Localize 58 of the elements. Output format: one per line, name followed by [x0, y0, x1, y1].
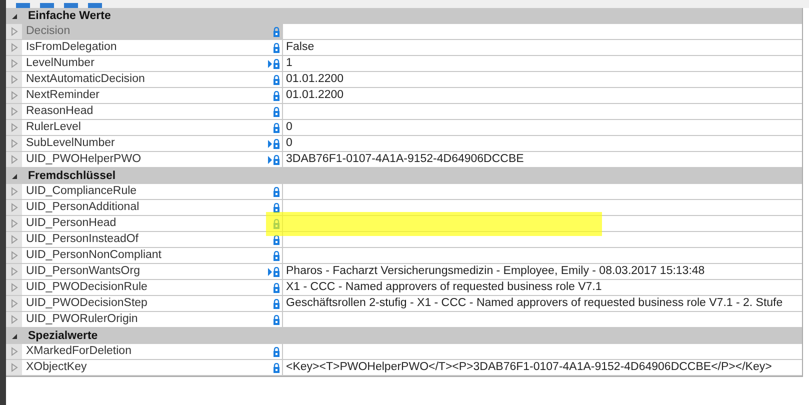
section-header[interactable]: Spezialwerte — [6, 328, 802, 344]
lock-icon — [273, 298, 280, 308]
property-value[interactable]: <Key><T>PWOHelperPWO</T><P>3DAB76F1-0107-4A1A-9152-4D64906DCCBE</P></Key> — [286, 361, 772, 373]
lock-icon — [273, 202, 280, 212]
lock-icon — [273, 138, 280, 148]
property-value[interactable]: 1 — [286, 57, 292, 69]
property-value[interactable]: Pharos - Facharzt Versicherungsmedizin - Employee, Emily - 08.03.2017 15:13:48 — [286, 265, 705, 277]
lock-icon — [273, 122, 280, 132]
section-title: Einfache Werte — [27, 9, 111, 24]
property-row[interactable]: UID_PersonAdditional — [6, 200, 802, 216]
property-value[interactable]: 3DAB76F1-0107-4A1A-9152-4D64906DCCBE — [286, 153, 524, 165]
lock-icon — [273, 26, 280, 36]
lock-icon — [273, 90, 280, 100]
expander-icon[interactable] — [10, 172, 18, 180]
property-row[interactable]: NextReminder 01.01.2200 — [6, 88, 802, 104]
property-row[interactable]: XMarkedForDeletion — [6, 344, 802, 360]
property-row[interactable]: SubLevelNumber 0 — [6, 136, 802, 152]
property-row[interactable]: UID_PWODecisionRule X1 - CCC - Named approvers of requested business role V7.1 — [6, 280, 802, 296]
section-header[interactable]: Einfache Werte — [6, 8, 802, 24]
property-row[interactable]: UID_PersonHead — [6, 216, 802, 232]
property-value[interactable]: 01.01.2200 — [286, 89, 344, 101]
lock-icon — [273, 186, 280, 196]
lock-icon — [273, 250, 280, 260]
lock-icon — [273, 282, 280, 292]
section-title: Fremdschlüssel — [27, 169, 116, 184]
property-row[interactable]: UID_ComplianceRule — [6, 184, 802, 200]
lock-icon — [273, 266, 280, 276]
lock-icon — [273, 362, 280, 372]
property-row[interactable]: UID_PersonNonCompliant — [6, 248, 802, 264]
expander-icon[interactable] — [10, 332, 18, 340]
lock-icon — [273, 218, 280, 228]
property-row[interactable]: XObjectKey <Key><T>PWOHelperPWO</T><P>3DAB76F1-0107-4A1A-9152-4D64906DCCBE</P></Key> — [6, 360, 802, 376]
property-row[interactable]: ReasonHead — [6, 104, 802, 120]
lock-icon — [273, 234, 280, 244]
section-header[interactable]: Fremdschlüssel — [6, 168, 802, 184]
lock-icon — [273, 74, 280, 84]
property-row[interactable]: UID_PersonInsteadOf — [6, 232, 802, 248]
property-row[interactable]: UID_PWODecisionStep Geschäftsrollen 2-stufig - X1 - CCC - Named approvers of requested business role V7.1 - 2. Stufe — [6, 296, 802, 312]
lock-icon — [273, 154, 280, 164]
lock-icon — [273, 58, 280, 68]
property-row[interactable]: IsFromDelegation False — [6, 40, 802, 56]
property-row[interactable]: LevelNumber 1 — [6, 56, 802, 72]
property-value[interactable]: Geschäftsrollen 2-stufig - X1 - CCC - Named approvers of requested business role V7.1 - 2. Stufe — [286, 297, 783, 309]
property-name: Decision — [22, 24, 266, 39]
property-value[interactable]: X1 - CCC - Named approvers of requested business role V7.1 — [286, 281, 602, 293]
property-row[interactable]: UID_PersonWantsOrg Pharos - Facharzt Versicherungsmedizin - Employee, Emily - 08.03.2017 15:13:48 — [6, 264, 802, 280]
lock-icon — [273, 314, 280, 324]
lock-icon — [273, 346, 280, 356]
section-title: Spezialwerte — [27, 329, 98, 344]
property-row[interactable]: RulerLevel 0 — [6, 120, 802, 136]
lock-icon — [273, 106, 280, 116]
lock-icon — [273, 42, 280, 52]
property-value[interactable]: 01.01.2200 — [286, 73, 344, 85]
expander-icon[interactable] — [10, 12, 18, 20]
property-row[interactable]: NextAutomaticDecision 01.01.2200 — [6, 72, 802, 88]
property-value[interactable]: False — [286, 41, 314, 53]
property-value[interactable]: 0 — [286, 137, 292, 149]
property-value[interactable]: 0 — [286, 121, 292, 133]
